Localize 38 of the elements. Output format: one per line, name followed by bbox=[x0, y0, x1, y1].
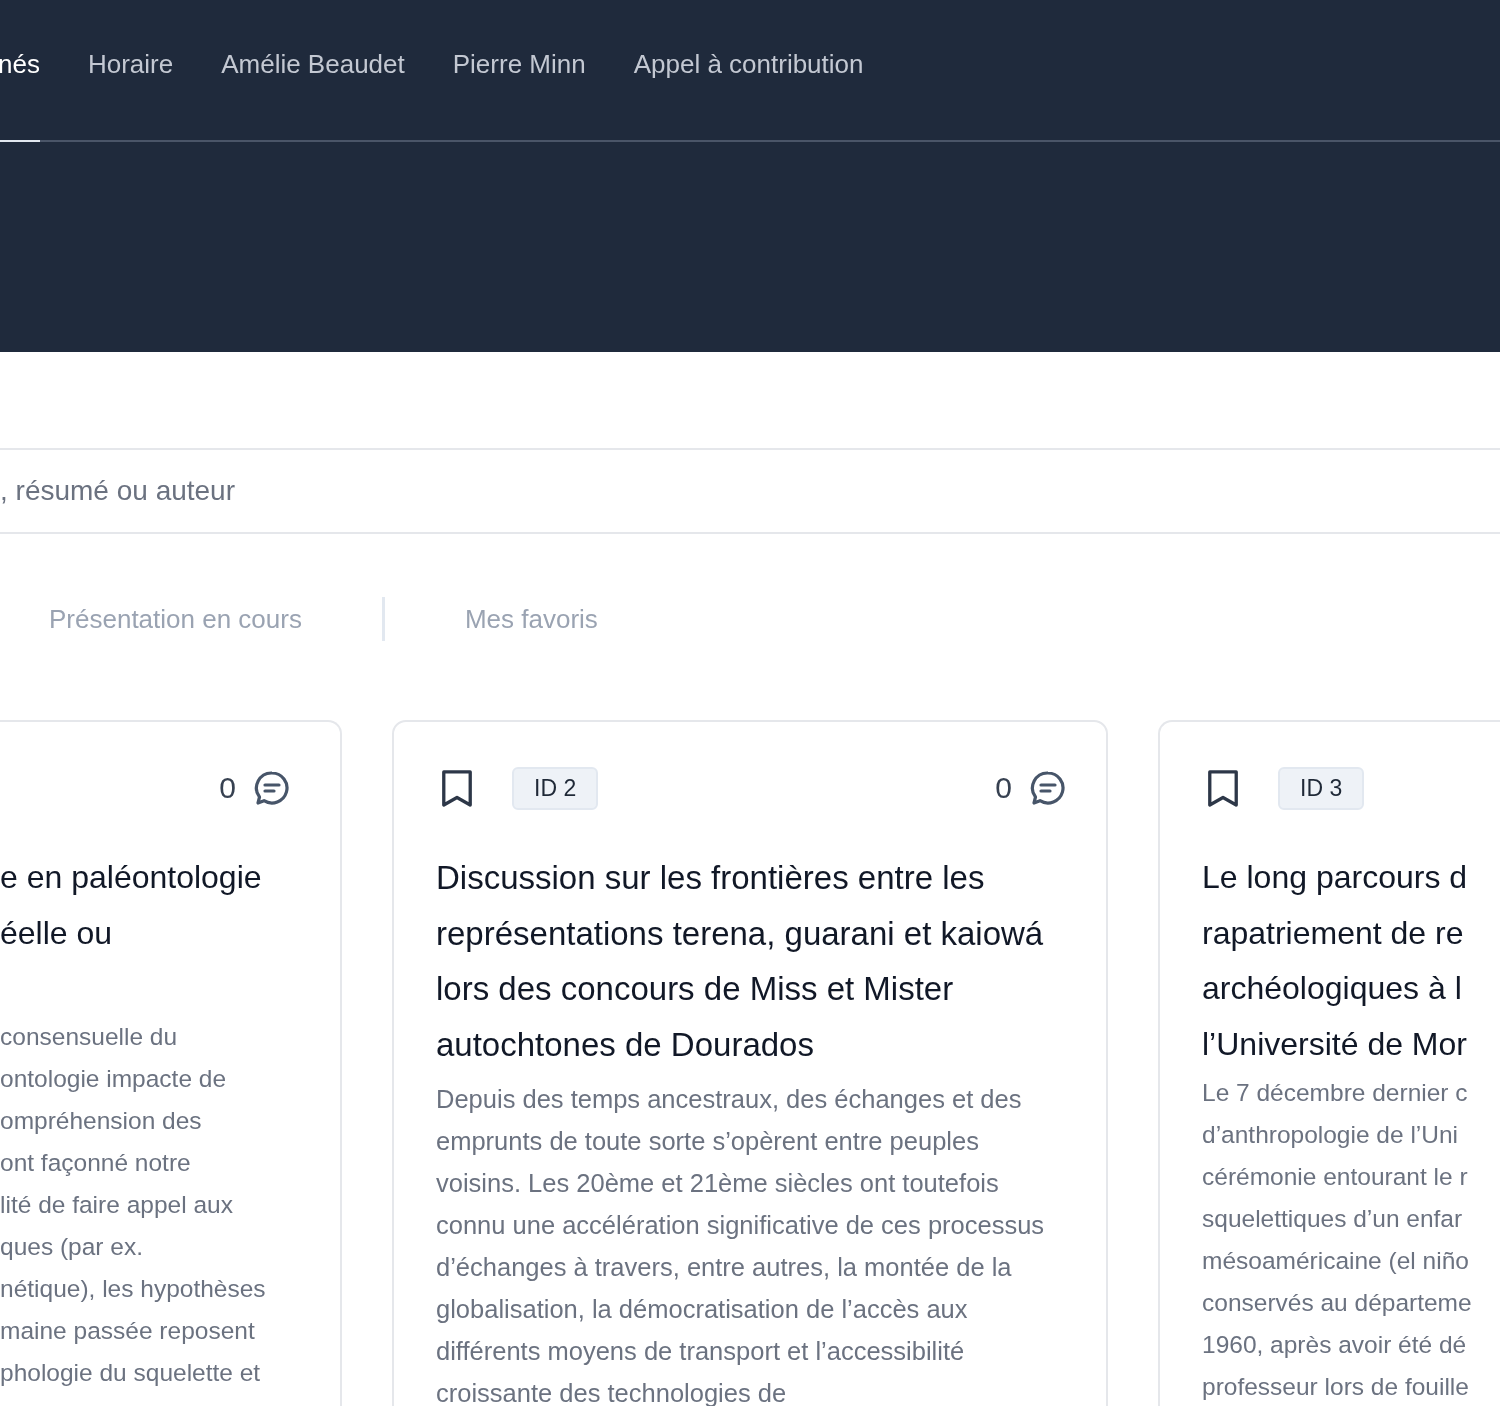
id-label: ID 3 bbox=[1278, 766, 1365, 810]
description-line: 1960, après avoir été dé bbox=[1202, 1330, 1468, 1360]
description-line: ont façonné notre bbox=[0, 1148, 192, 1178]
search-field[interactable]: , résumé ou auteur bbox=[0, 448, 1500, 534]
nav-link[interactable]: Amélie Beaudet bbox=[221, 0, 405, 142]
card-title: éelle ou bbox=[0, 913, 114, 953]
description-line: nétique), les hypothèses bbox=[0, 1274, 267, 1304]
description-line: squelettiques d’un enfar bbox=[1202, 1204, 1464, 1234]
description-line: ompréhension des bbox=[0, 1106, 203, 1136]
bookmark-icon[interactable] bbox=[1206, 767, 1240, 809]
comment-icon[interactable] bbox=[254, 770, 290, 806]
description-line: cérémonie entourant le r bbox=[1202, 1162, 1469, 1192]
description-line: lité de faire appel aux bbox=[0, 1190, 234, 1220]
nav-link[interactable]: Appel à contribution bbox=[633, 0, 864, 142]
card-title: l’Université de Mor bbox=[1202, 1024, 1468, 1064]
description-line: ontologie impacte de bbox=[0, 1064, 228, 1094]
id-label: ID 2 bbox=[512, 766, 599, 810]
description-line: d’anthropologie de l’Uni bbox=[1202, 1120, 1460, 1150]
comment-icon[interactable] bbox=[1030, 770, 1066, 806]
description-line: maine passée reposent bbox=[0, 1316, 256, 1346]
description-line: professeur lors de fouille bbox=[1202, 1372, 1470, 1402]
bookmark-icon[interactable] bbox=[440, 767, 474, 809]
card-title: archéologiques à l bbox=[1202, 969, 1463, 1008]
card-title: Discussion sur les frontières entre les représentations terena, guarani et kaiowá lors des concours de Miss et Mister autochtones de Dourados bbox=[436, 858, 1045, 1065]
card-title: Le long parcours d bbox=[1202, 858, 1469, 897]
description-line: mésoaméricaine (el niño bbox=[1202, 1246, 1470, 1276]
description-line: conservés au départeme bbox=[1202, 1288, 1473, 1318]
card-title: e en paléontologie bbox=[0, 858, 263, 897]
nav-link[interactable]: Pierre Minn bbox=[452, 0, 586, 142]
description-line: Le 7 décembre dernier c bbox=[1202, 1078, 1469, 1108]
description-line: phologie du squelette et bbox=[0, 1358, 262, 1388]
comment-count: 0 bbox=[995, 771, 1012, 805]
comment-count: 0 bbox=[219, 771, 236, 805]
card-title: rapatriement de re bbox=[1202, 913, 1465, 953]
nav-link[interactable]: nés bbox=[0, 0, 40, 142]
nav-link[interactable]: Horaire bbox=[87, 0, 174, 142]
description-line: ques (par ex. bbox=[0, 1232, 144, 1262]
description-line: consensuelle du bbox=[0, 1022, 179, 1052]
